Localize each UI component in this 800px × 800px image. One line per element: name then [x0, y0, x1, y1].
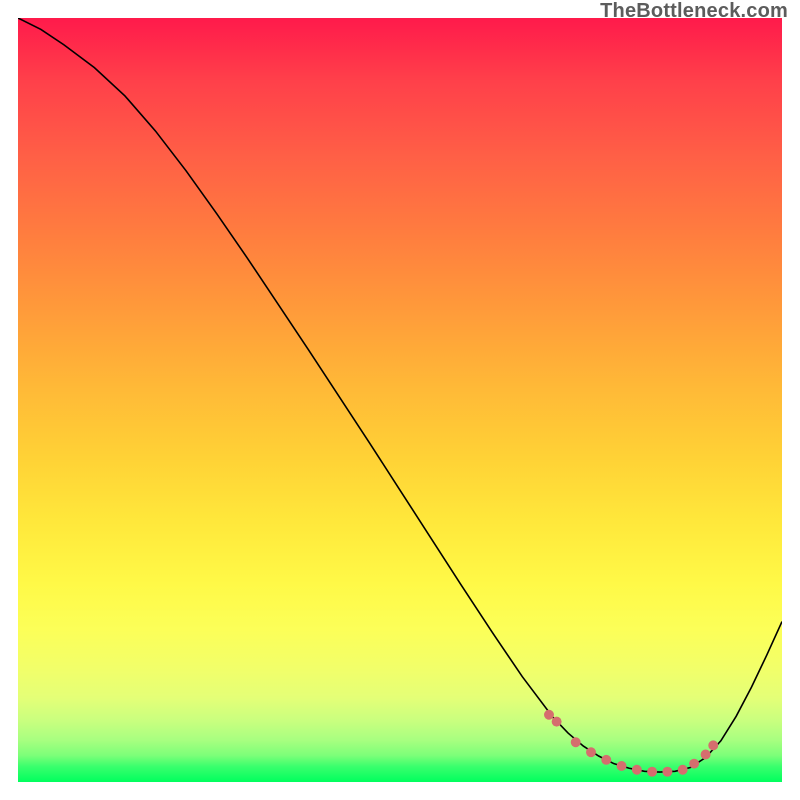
curve-svg	[18, 18, 782, 782]
marker-dot	[647, 767, 657, 777]
marker-dot	[662, 767, 672, 777]
marker-dot	[617, 761, 627, 771]
marker-dot	[586, 747, 596, 757]
marker-dot	[601, 755, 611, 765]
marker-dot	[708, 740, 718, 750]
marker-dot	[678, 765, 688, 775]
plot-area	[18, 18, 782, 782]
marker-dot	[544, 710, 554, 720]
marker-dot	[701, 750, 711, 760]
marker-dot	[552, 717, 562, 727]
marker-dot	[571, 737, 581, 747]
bottleneck-curve-path	[18, 18, 782, 772]
marker-dot	[632, 765, 642, 775]
bottleneck-chart: TheBottleneck.com	[0, 0, 800, 800]
optimal-zone-markers	[544, 710, 718, 777]
marker-dot	[689, 759, 699, 769]
